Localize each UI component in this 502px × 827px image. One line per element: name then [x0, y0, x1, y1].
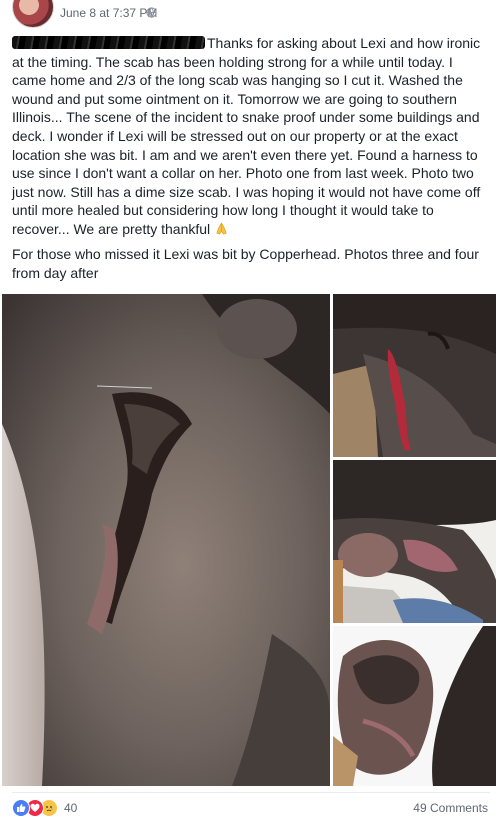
avatar[interactable] — [12, 0, 54, 28]
post-text-secondary: For those who missed it Lexi was bit by … — [12, 246, 479, 281]
post-divider — [12, 792, 490, 793]
photo-top-right[interactable] — [333, 294, 496, 457]
like-reaction-icon — [12, 799, 30, 817]
post-body: Thanks for asking about Lexi and how iro… — [12, 34, 490, 239]
folded-hands-icon — [216, 222, 227, 235]
globe-icon[interactable] — [146, 7, 157, 18]
photo-main[interactable] — [2, 294, 330, 786]
photo-bottom-right[interactable] — [333, 626, 496, 786]
redacted-name — [12, 36, 205, 49]
reaction-count[interactable]: 40 — [64, 801, 77, 815]
post-text: Thanks for asking about Lexi and how iro… — [12, 35, 481, 237]
photo-middle-right[interactable] — [333, 460, 496, 623]
facebook-post: June 8 at 7:37 PM Thanks for asking abou… — [0, 0, 502, 827]
reactions-summary[interactable]: 40 — [12, 799, 77, 817]
comments-count-link[interactable]: 49 Comments — [413, 801, 488, 815]
post-timestamp[interactable]: June 8 at 7:37 PM — [60, 6, 157, 20]
